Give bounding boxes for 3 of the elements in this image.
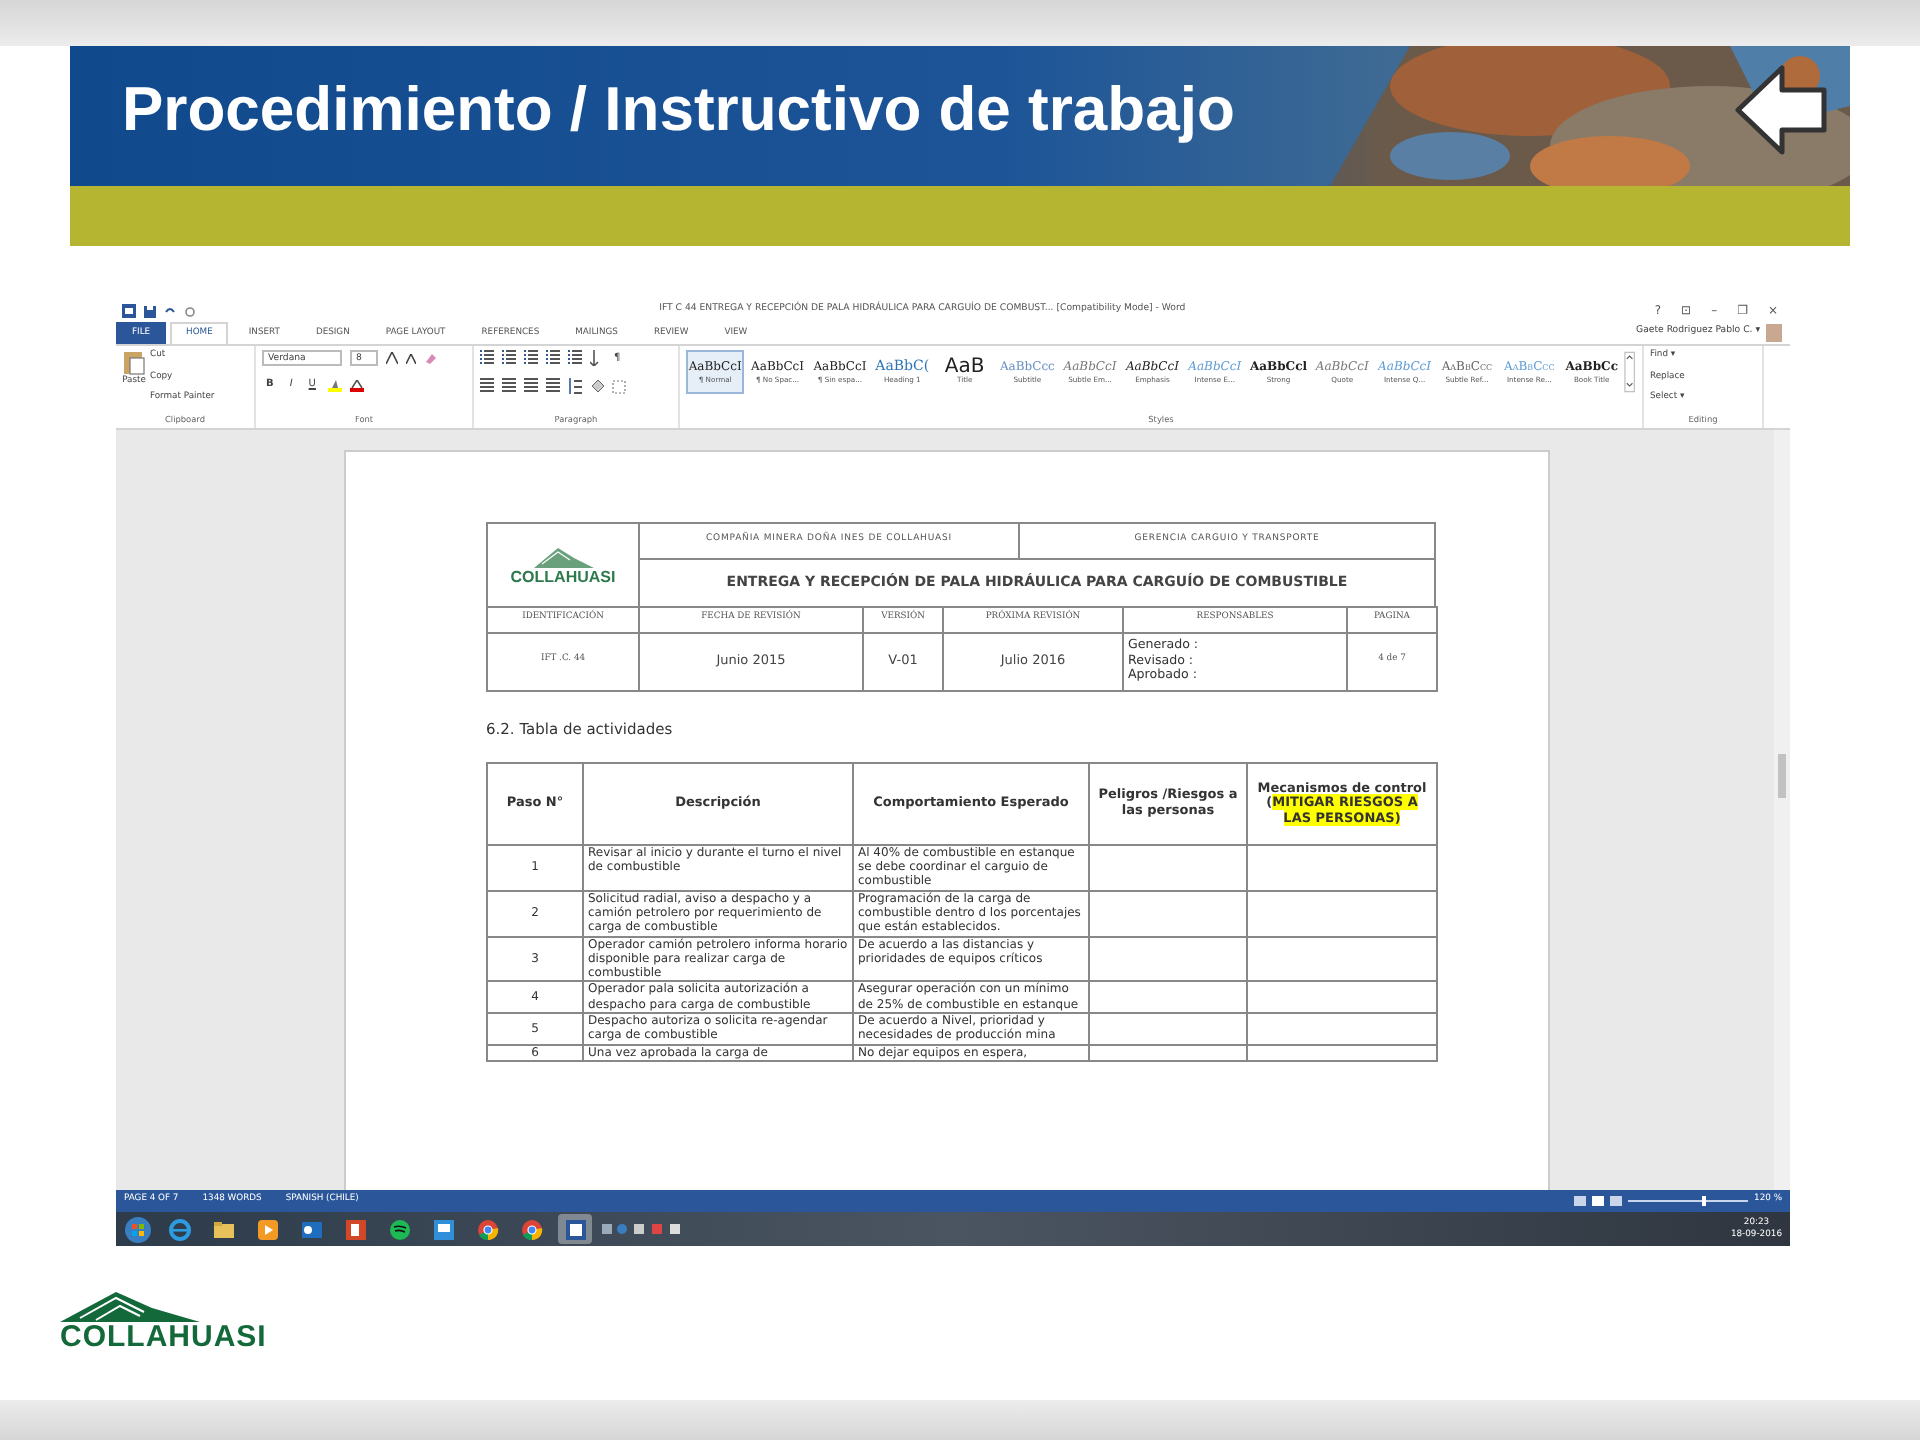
- company-logo: COLLAHUASI: [492, 545, 634, 585]
- footer-logo: COLLAHUASI: [60, 1290, 320, 1352]
- slide-title: Procedimiento / Instructivo de trabajo: [120, 72, 1235, 146]
